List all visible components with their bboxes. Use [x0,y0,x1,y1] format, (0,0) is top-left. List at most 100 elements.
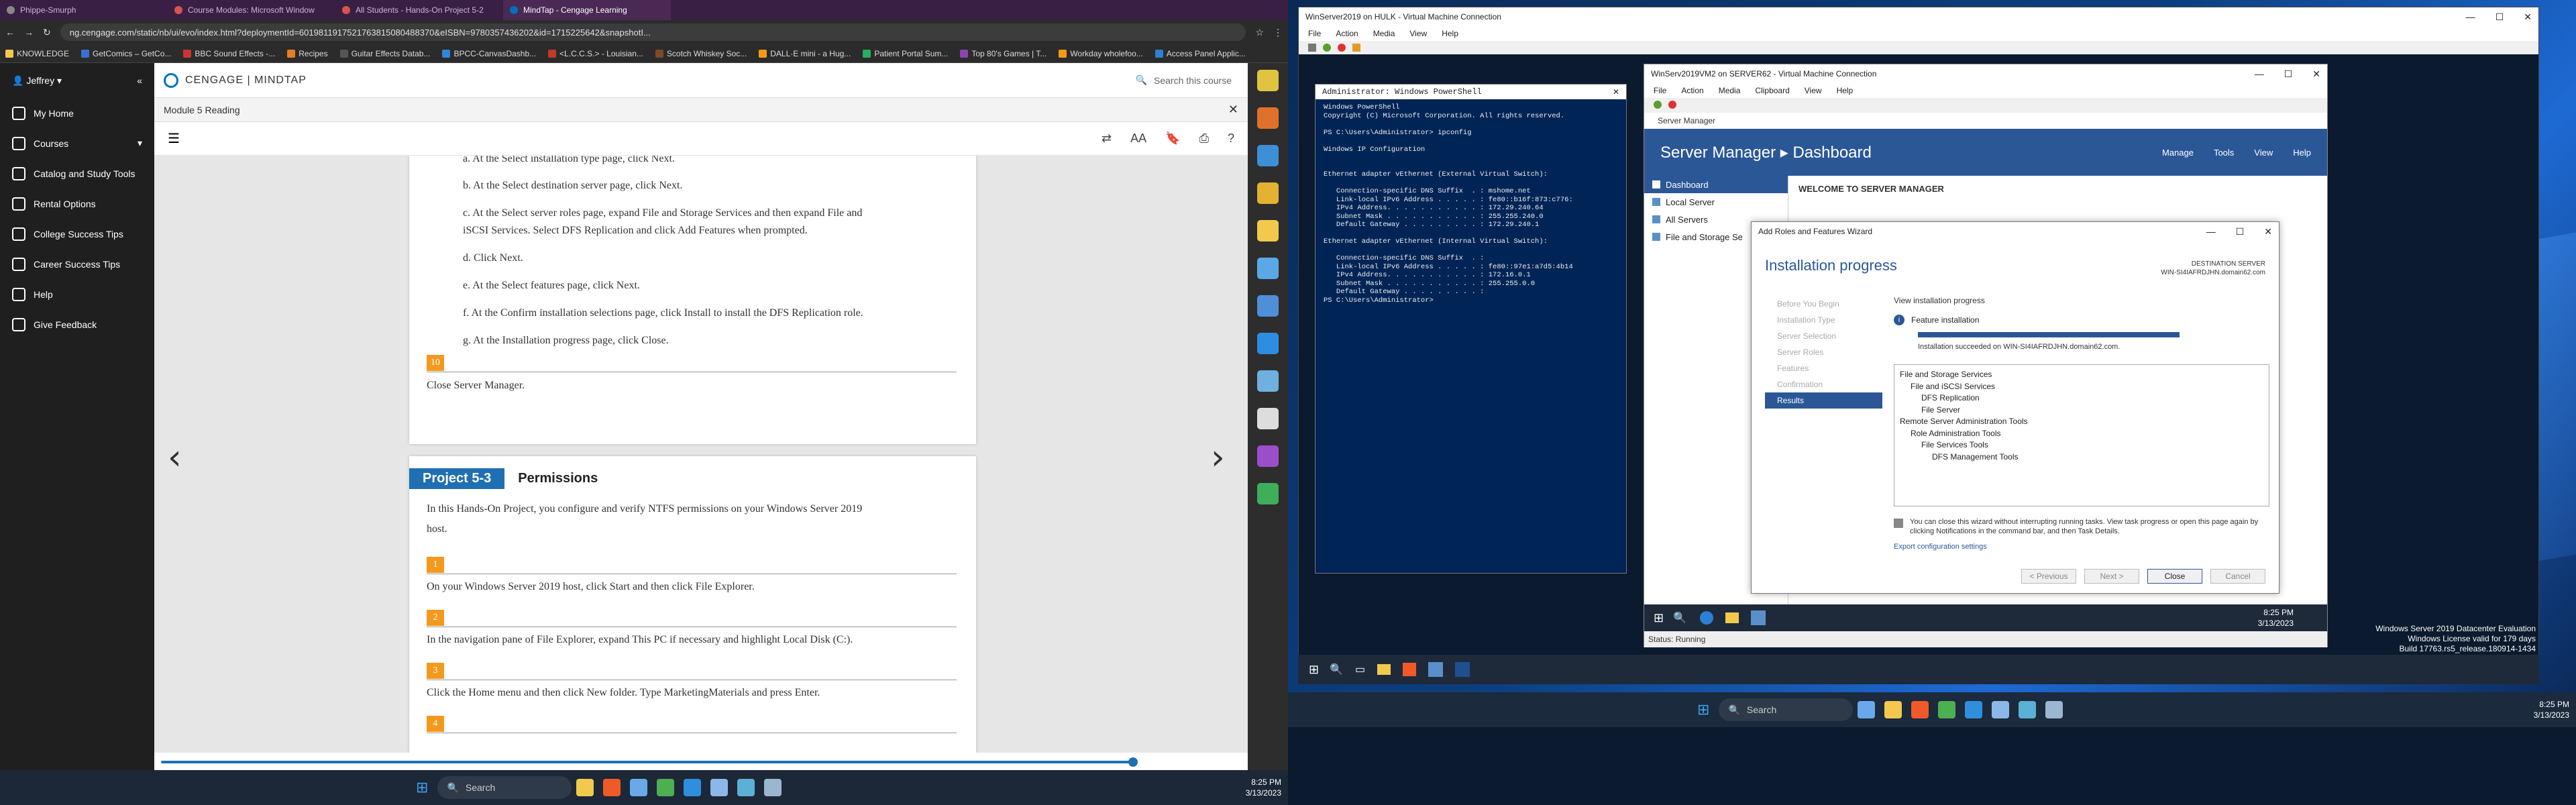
menu-item[interactable]: Help [1837,86,1854,95]
export-settings-link[interactable]: Export configuration settings [1894,543,2269,551]
chrome-icon[interactable] [1938,701,1956,718]
taskbar-search[interactable]: 🔍 Search [1719,698,1854,721]
sidebar-item-courses[interactable]: Courses ▾ [0,128,154,158]
browser-tab[interactable]: Phippe-Smurph [0,0,168,20]
menu-item[interactable]: Clipboard [1755,86,1789,95]
folder-icon[interactable] [1377,664,1391,675]
back-icon[interactable]: ← [5,27,15,38]
sidebar-item-feedback[interactable]: Give Feedback [0,309,154,339]
menu-item[interactable]: File [1308,29,1321,38]
vm-connect-icon[interactable] [2019,701,2037,718]
browser-tab[interactable]: Course Modules: Microsoft Window [168,0,335,20]
rail-app-icon[interactable] [1257,445,1279,467]
bookmark-item[interactable]: Workday wholefoo... [1059,49,1143,58]
menu-item[interactable]: View [2254,148,2273,158]
windows-start-icon[interactable]: ⊞ [1654,611,1664,625]
cancel-button[interactable]: Cancel [2210,569,2265,584]
start-icon[interactable] [1654,101,1662,109]
search-icon[interactable]: 🔍 [1673,611,1686,625]
print-icon[interactable]: ⎙ [1199,131,1209,146]
bookmark-item[interactable]: Patient Portal Sum... [863,49,948,58]
bookmark-item[interactable]: KNOWLEDGE [5,49,69,58]
rail-app-icon[interactable] [1257,483,1279,504]
vm-connect-icon[interactable] [737,779,755,796]
previous-page-arrow[interactable]: ‹ [168,437,182,478]
bookmark-item[interactable]: BBC Sound Effects -... [183,49,275,58]
previous-button[interactable]: < Previous [2021,569,2076,584]
list-icon[interactable]: ☰ [168,130,180,147]
menu-item[interactable]: Media [1373,29,1395,38]
wizard-step[interactable]: Server Roles [1765,344,1882,360]
file-explorer-icon[interactable] [1884,701,1902,718]
close-button[interactable]: Close [2147,569,2202,584]
bookmark-item[interactable]: GetComics – GetCo... [81,49,171,58]
rail-app-icon[interactable] [1257,408,1279,429]
wizard-step[interactable]: Installation Type [1765,312,1882,328]
maximize-icon[interactable]: ☐ [2236,226,2245,237]
folder-icon[interactable] [1725,612,1739,623]
menu-item[interactable]: Help [1442,29,1458,38]
powershell-icon[interactable] [1455,662,1470,677]
wizard-step[interactable]: Features [1765,360,1882,376]
minimize-icon[interactable]: — [2466,11,2475,23]
maximize-icon[interactable]: ☐ [2284,68,2293,80]
bookmark-item[interactable]: Access Panel Applic... [1155,49,1246,58]
next-page-arrow[interactable]: › [1211,437,1225,478]
rail-app-icon[interactable] [1257,333,1279,354]
menu-item[interactable]: Action [1336,29,1358,38]
task-view-icon[interactable]: ▭ [1355,663,1365,676]
stop-icon[interactable] [1338,44,1346,52]
user-menu[interactable]: 👤 Jeffrey ▾ « [0,63,154,98]
bookmark-item[interactable]: Scotch Whiskey Soc... [655,49,747,58]
vscode-icon[interactable] [1965,701,1983,718]
sidebar-item-career[interactable]: Career Success Tips [0,249,154,279]
bookmark-item[interactable]: DALL·E mini - a Hug... [759,49,851,58]
reload-icon[interactable]: ↻ [43,27,51,38]
rail-app-icon[interactable] [1257,182,1279,204]
app-icon[interactable] [630,779,648,796]
app-icon[interactable] [764,779,782,796]
sidebar-item-rental[interactable]: Rental Options [0,189,154,219]
edge-icon[interactable] [1700,611,1714,625]
hyperv-icon[interactable] [1992,701,2010,718]
menu-item[interactable]: View [1805,86,1822,95]
collapse-icon[interactable]: « [137,75,142,86]
windows-start-icon[interactable]: ⊞ [1309,663,1319,677]
menu-item[interactable]: Tools [2214,148,2234,158]
help-icon[interactable]: ? [1228,131,1234,146]
wizard-step[interactable]: Confirmation [1765,376,1882,392]
bookmark-item[interactable]: Recipes [287,49,328,58]
sidebar-item-home[interactable]: My Home [0,98,154,128]
bookmark-item[interactable]: <L.C.C.S.> - Louisian... [548,49,643,58]
menu-item[interactable]: Manage [2162,148,2194,158]
close-icon[interactable]: ✕ [2524,11,2532,23]
rail-app-icon[interactable] [1257,370,1279,392]
nav-item[interactable]: Local Server [1644,193,1788,211]
text-size-icon[interactable]: AA [1130,131,1146,146]
reading-progress[interactable] [154,753,1248,770]
file-explorer-icon[interactable] [576,779,594,796]
app-icon[interactable] [2045,701,2063,718]
maximize-icon[interactable]: ☐ [2496,11,2504,23]
forward-icon[interactable]: → [24,27,34,38]
next-button[interactable]: Next > [2084,569,2139,584]
clock[interactable]: 8:25 PM 3/13/2023 [2534,699,2569,720]
browser-tab[interactable]: All Students - Hands-On Project 5-2 [335,0,503,20]
rail-app-icon[interactable] [1257,295,1279,317]
app-icon[interactable] [1858,701,1876,718]
chrome-icon[interactable] [657,779,675,796]
vscode-icon[interactable] [684,779,702,796]
rail-app-icon[interactable] [1257,258,1279,279]
rail-app-icon[interactable] [1257,145,1279,166]
menu-item[interactable]: Media [1719,86,1741,95]
close-icon[interactable]: ✕ [1228,103,1238,117]
progress-knob[interactable] [1128,757,1138,767]
clock[interactable]: 8:25 PM 3/13/2023 [1246,777,1281,798]
minimize-icon[interactable]: — [2206,226,2216,237]
menu-item[interactable]: File [1654,86,1666,95]
server-manager-icon[interactable] [1428,662,1444,677]
close-icon[interactable]: ✕ [1613,87,1619,97]
cengage-logo[interactable]: CENGAGE | MINDTAP [164,72,307,88]
bookmark-icon[interactable]: 🔖 [1165,131,1180,146]
brave-icon[interactable] [1403,663,1417,676]
